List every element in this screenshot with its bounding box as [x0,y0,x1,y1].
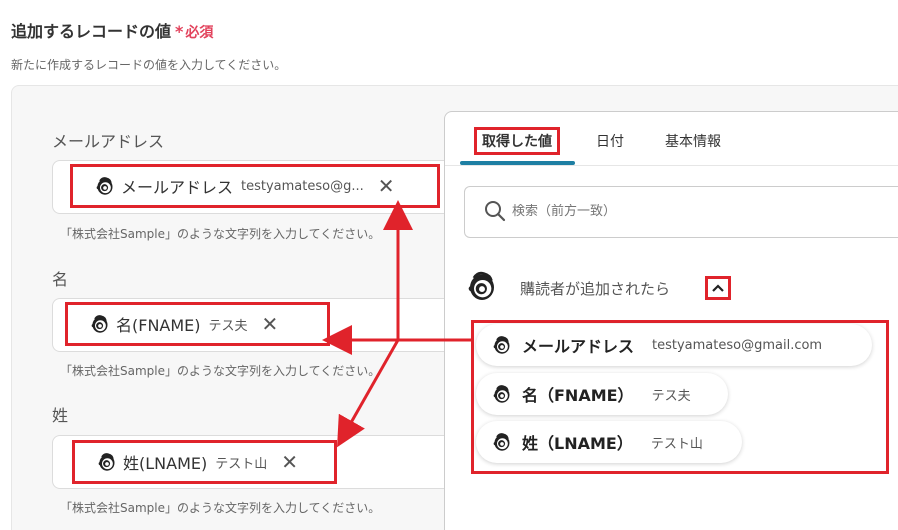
annotation-arrows [322,200,472,448]
arrow-to-lname [337,339,400,448]
